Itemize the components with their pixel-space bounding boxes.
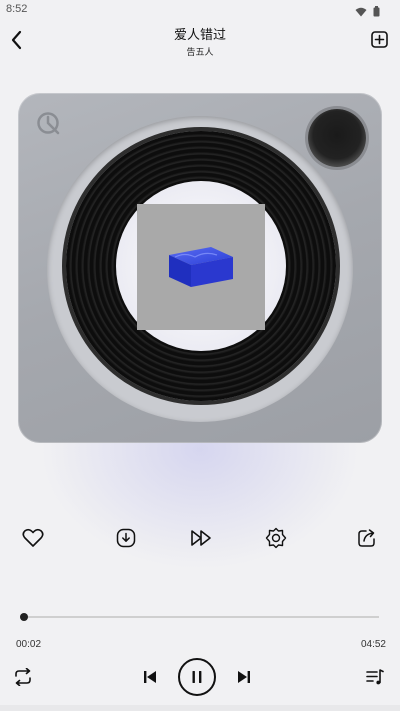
skip-next-icon (238, 671, 250, 683)
current-time: 00:02 (16, 639, 42, 650)
turntable-player (18, 93, 382, 443)
repeat-icon (15, 668, 31, 686)
repeat-button[interactable] (12, 666, 34, 688)
now-playing-header: 爱人错过 告五人 (0, 18, 400, 62)
gear-icon (265, 527, 287, 549)
share-button[interactable] (355, 526, 379, 550)
status-time: 8:52 (6, 3, 28, 15)
tonearm-knob (308, 109, 366, 167)
q-logo-icon (36, 111, 62, 137)
pause-icon (192, 671, 202, 683)
progress-bar[interactable] (20, 613, 379, 621)
share-icon (358, 529, 375, 547)
download-icon (116, 528, 136, 548)
add-to-playlist-button[interactable] (370, 30, 388, 48)
sound-effect-button[interactable] (264, 526, 288, 550)
like-button[interactable] (21, 526, 45, 550)
playlist-button[interactable] (364, 666, 386, 688)
play-pause-button[interactable] (178, 658, 216, 696)
playback-controls (0, 658, 400, 698)
skip-previous-icon (144, 671, 156, 683)
system-nav-bar (0, 705, 400, 711)
speed-button[interactable] (190, 526, 214, 550)
album-cover-art (169, 247, 233, 287)
download-button[interactable] (114, 526, 138, 550)
action-row (0, 526, 400, 552)
total-time: 04:52 (360, 639, 386, 650)
status-bar: 8:52 (0, 0, 400, 18)
fast-forward-icon (191, 530, 211, 546)
progress-thumb[interactable] (20, 613, 29, 621)
previous-button[interactable] (140, 667, 160, 687)
song-title: 爱人错过 (173, 27, 226, 42)
next-button[interactable] (234, 667, 254, 687)
heart-icon (22, 528, 44, 547)
artist-name[interactable]: 告五人 (0, 45, 400, 58)
album-cover[interactable] (137, 204, 265, 330)
playlist-icon (366, 669, 384, 685)
add-to-playlist-icon (370, 30, 388, 48)
